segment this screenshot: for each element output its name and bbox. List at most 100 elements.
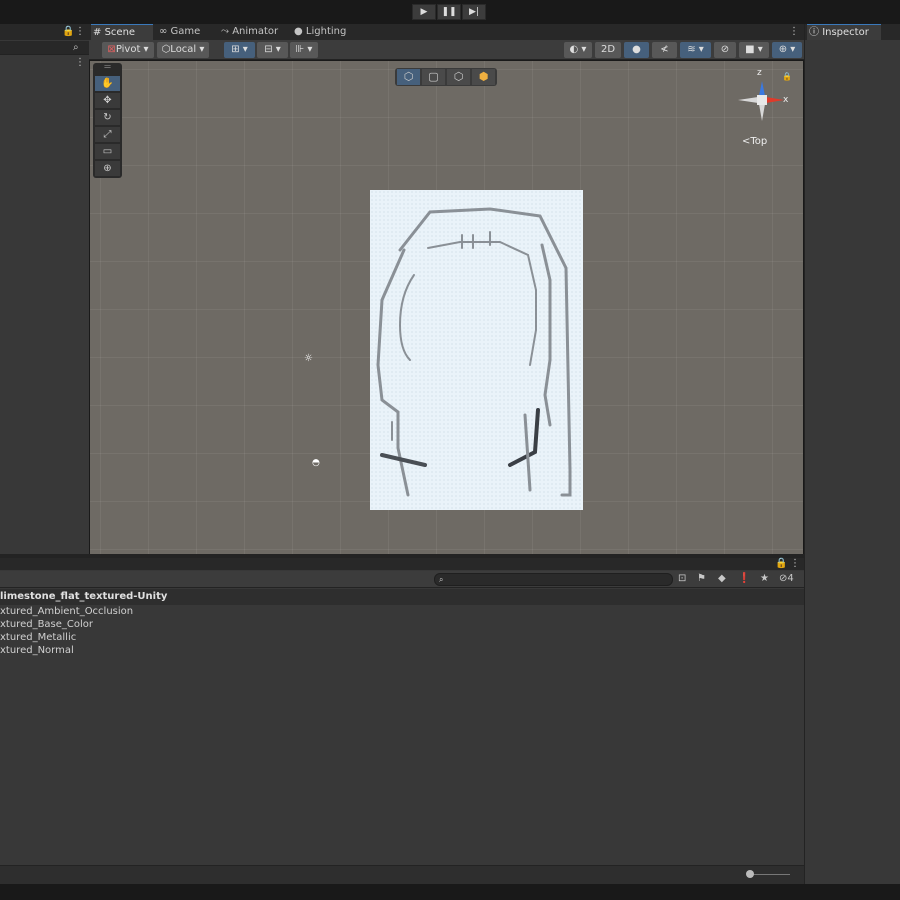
pause-button[interactable]: ❚❚ [437,4,461,20]
layers-icon: ≋ ▾ [687,44,704,55]
shading-mode-button[interactable]: ◐ ▾ [564,42,592,58]
visibility-button[interactable]: ⊘ [714,42,736,58]
toggle-2d-label: 2D [600,44,616,55]
light-probe-icon[interactable]: ◓ [312,457,320,469]
scene-toolbar: ⊠Pivot ▾ ⬡Local ▾ ⊞ ▾ ⊟ ▾ ⊪ ▾ ◐ ▾ 2D ● ≮… [89,40,804,60]
gizmo-z-label: z [757,68,762,78]
bulb-icon: ● [294,26,303,37]
error-icon[interactable]: ❗ [738,573,750,585]
sun-icon[interactable]: ☼ [304,353,313,365]
orientation-toolbar: ⬡ ▢ ⬡ ⬢ [395,68,497,86]
rect-view-button[interactable]: ▢ [422,69,445,85]
wire-cube-icon: ⬡ [453,70,464,83]
pivot-label: Pivot [115,44,141,55]
label-tag-icon[interactable]: ◆ [718,573,726,585]
play-icon: ▶ [420,7,428,17]
kebab-menu-icon[interactable]: ⋮ [75,26,85,38]
ruler-button[interactable]: ⊪ ▾ [290,42,318,58]
grid-snap-button[interactable]: ⊞ ▾ [224,42,255,58]
zoom-slider-thumb[interactable] [746,870,754,878]
hand-icon: ✋ [101,78,114,89]
snap-increment-button[interactable]: ⊟ ▾ [257,42,288,58]
list-item[interactable]: xtured_Metallic [0,632,76,643]
folder-path: limestone_flat_textured-Unity [0,591,168,602]
file-name: xtured_Ambient_Occlusion [0,606,134,617]
hidden-count: 4 [787,573,794,584]
view-label[interactable]: <Top [742,136,767,148]
pivot-dropdown[interactable]: ⊠Pivot ▾ [102,42,154,58]
zoom-slider-track[interactable] [750,874,790,875]
filter-type-icon[interactable]: ⚑ [697,573,706,585]
rotate-tool-button[interactable]: ↻ [95,110,120,125]
file-name: xtured_Base_Color [0,619,94,630]
gamepad-icon: ∞ [159,26,168,37]
audio-toggle-button[interactable]: ≮ [652,42,677,58]
inspector-panel: ⓘ Inspector [804,24,900,884]
camera-button[interactable]: ■ ▾ [739,42,769,58]
favorite-star-icon[interactable]: ★ [760,573,769,585]
move-tool-button[interactable]: ✥ [95,93,120,108]
inspector-tab-row: ⓘ Inspector [805,24,900,40]
kebab-menu-icon[interactable]: ⋮ [790,558,800,570]
play-button[interactable]: ▶ [412,4,436,20]
list-item[interactable]: xtured_Ambient_Occlusion [0,606,133,617]
tab-inspector[interactable]: ⓘ Inspector [807,24,881,40]
mute-icon: ≮ [660,44,669,55]
kebab-menu-icon[interactable]: ⋮ [789,26,799,38]
view-cube-button[interactable]: ⬡ [397,69,420,85]
sphere-icon: ◐ ▾ [569,44,587,55]
search-filter-icon[interactable]: ⌕ [73,42,79,54]
scale-icon: ⤢ [103,129,112,140]
lock-icon[interactable]: 🔒 [782,71,792,83]
local-dropdown[interactable]: ⬡Local ▾ [157,42,209,58]
info-icon: ⓘ [809,27,819,38]
hidden-packages-button[interactable]: ⊘4 [779,573,794,585]
transform-tool-button[interactable]: ⊕ [95,161,120,176]
list-item[interactable]: xtured_Normal [0,645,74,656]
scale-tool-button[interactable]: ⤢ [95,127,120,142]
toggle-2d-button[interactable]: 2D [595,42,621,58]
local-icon: ⬡ [161,44,171,55]
rect-icon: ▭ [102,146,113,157]
tab-label: Animator [232,26,279,37]
status-bar [0,884,900,900]
list-item[interactable]: xtured_Base_Color [0,619,93,630]
wire-cube-button[interactable]: ⬡ [447,69,470,85]
lighting-toggle-button[interactable]: ● [624,42,649,58]
tab-label: Lighting [305,26,347,37]
local-label: Local [170,44,197,55]
lock-icon[interactable]: 🔒 [62,26,74,38]
tab-scene[interactable]: # Scene [91,24,153,40]
camera-icon: ■ ▾ [745,44,763,55]
transform-icon: ⊕ [103,163,112,174]
lock-icon[interactable]: 🔒 [775,558,787,570]
file-name: xtured_Normal [0,645,74,656]
palette-handle[interactable]: ═ [95,63,120,73]
view-label-text: Top [750,136,768,147]
cube-icon: ⬡ [403,70,414,83]
shaded-cube-button[interactable]: ⬢ [472,69,495,85]
tab-lighting[interactable]: ● Lighting [292,24,362,40]
gizmo-x-label: x [783,95,789,105]
rect-tool-button[interactable]: ▭ [95,144,120,159]
tab-game[interactable]: ∞ Game [157,24,215,40]
hand-tool-button[interactable]: ✋ [95,76,120,91]
shaded-cube-icon: ⬢ [478,70,489,83]
project-tab-row: 🔒 ⋮ [0,558,804,570]
search-input[interactable]: ⌕ [434,573,673,586]
kebab-menu-icon[interactable]: ⋮ [75,57,85,69]
gizmos-button[interactable]: ⊕ ▾ [772,42,802,58]
step-button[interactable]: ▶| [462,4,486,20]
effects-button[interactable]: ≋ ▾ [680,42,711,58]
folder-header[interactable]: limestone_flat_textured-Unity [0,589,804,605]
scene-tab-bar: # Scene ∞ Game ⤳ Animator ● Lighting ⋮ [89,24,804,40]
ruler-icon: ⊪ ▾ [295,44,313,55]
file-name: xtured_Metallic [0,632,77,643]
tab-animator[interactable]: ⤳ Animator [219,24,287,40]
top-toolbar: ▶ ❚❚ ▶| [0,0,900,24]
texture-plane[interactable] [370,190,583,510]
save-search-icon[interactable]: ⊡ [678,573,686,585]
pivot-icon: ⊠ [107,44,116,55]
project-toolbar: ⊡ ⚑ ◆ ❗ ★ ⊘4 [0,571,804,588]
embossed-lines [376,207,572,497]
